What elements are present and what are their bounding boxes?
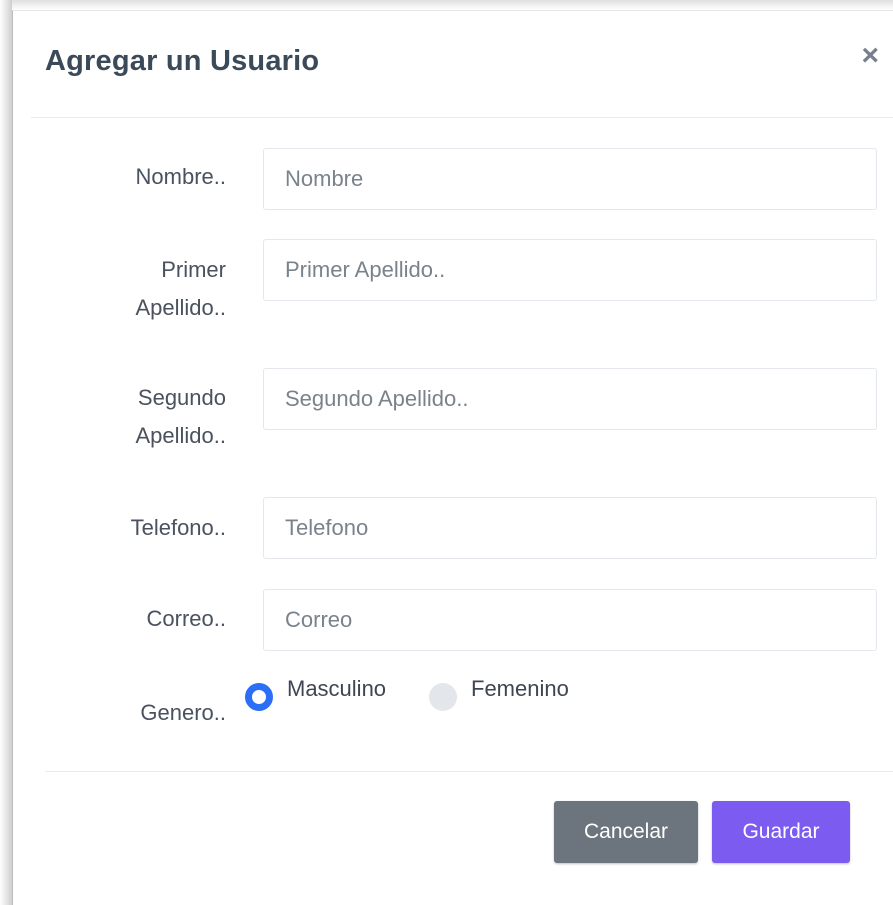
backdrop-shadow-left [0,0,12,905]
correo-input[interactable] [263,589,877,651]
cancel-button[interactable]: Cancelar [554,801,698,863]
nombre-input[interactable] [263,148,877,210]
primer-apellido-label-line2: Apellido.. [135,295,226,320]
primer-apellido-label: Primer Apellido.. [135,251,226,327]
nombre-label: Nombre.. [136,158,226,196]
modal-title: Agregar un Usuario [45,45,320,77]
add-user-modal: Agregar un Usuario × Nombre.. Primer Ape… [12,10,893,905]
genero-label: Genero.. [140,694,226,732]
segundo-apellido-label-line1: Segundo [137,385,226,410]
radio-masculino-label: Masculino [287,676,387,701]
genero-label-text: Genero.. [140,700,226,725]
nombre-label-text: Nombre.. [135,164,226,189]
radio-unchecked-icon[interactable] [429,683,457,711]
header-divider [31,117,893,118]
close-icon[interactable]: × [861,41,879,71]
segundo-apellido-input[interactable] [263,368,877,430]
footer-divider [45,771,893,772]
radio-checked-icon[interactable] [245,683,273,711]
correo-label: Correo.. [147,600,226,638]
backdrop-shadow-top [12,0,893,10]
telefono-input[interactable] [263,497,877,559]
screen: Agregar un Usuario × Nombre.. Primer Ape… [0,0,893,905]
primer-apellido-label-line1: Primer [161,257,226,282]
radio-femenino[interactable]: Femenino [429,676,569,711]
segundo-apellido-label: Segundo Apellido.. [135,379,226,455]
radio-femenino-label: Femenino [471,676,569,701]
telefono-label: Telefono.. [131,509,226,547]
correo-label-text: Correo.. [146,606,226,631]
telefono-label-text: Telefono.. [130,515,226,540]
radio-masculino[interactable]: Masculino [245,676,386,711]
primer-apellido-input[interactable] [263,239,877,301]
segundo-apellido-label-line2: Apellido.. [135,423,226,448]
save-button[interactable]: Guardar [712,801,850,863]
